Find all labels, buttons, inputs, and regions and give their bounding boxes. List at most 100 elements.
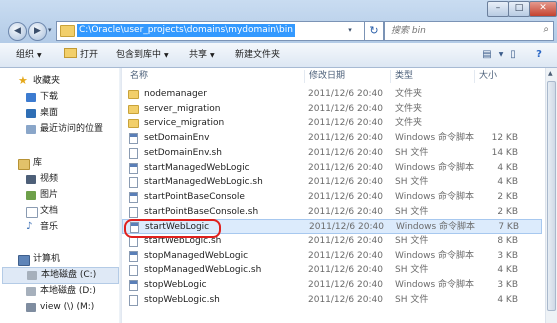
file-date: 2011/12/6 20:40 [308, 118, 383, 129]
file-type: 文件夹 [395, 89, 423, 99]
file-type: SH 文件 [395, 265, 429, 276]
file-row[interactable]: server_migration 2011/12/6 20:40 文件夹 [122, 102, 542, 117]
nav-computer-label: 计算机 [33, 254, 61, 264]
scrollbar-thumb[interactable] [547, 81, 556, 311]
new-folder-button[interactable]: 新建文件夹 [235, 48, 280, 62]
nav-item-downloads[interactable]: 下载 [0, 90, 119, 105]
file-row[interactable]: setDomainEnv.sh 2011/12/6 20:40 SH 文件 14 KB [122, 146, 542, 161]
share-button[interactable]: 共享 ▼ [189, 48, 215, 62]
include-in-library-button[interactable]: 包含到库中 ▼ [116, 48, 169, 62]
folder-icon [128, 90, 139, 99]
column-type[interactable]: 类型 [390, 70, 413, 83]
file-row[interactable]: startPointBaseConsole 2011/12/6 20:40 Wind… [122, 190, 542, 205]
file-size: 3 KB [497, 250, 518, 261]
preview-pane-icon[interactable]: ▯ [505, 47, 521, 62]
scroll-up-icon[interactable]: ▲ [548, 70, 553, 77]
maximize-button[interactable]: □ [508, 1, 530, 17]
file-date: 2011/12/6 20:40 [308, 89, 383, 99]
open-folder-icon [64, 48, 77, 58]
file-name: stopWebLogic [144, 280, 207, 291]
file-row[interactable]: stopManagedWebLogic.sh 2011/12/6 20:40 SH … [122, 263, 542, 278]
script-file-icon [129, 280, 138, 292]
file-size: 14 KB [491, 147, 518, 158]
nav-item-label: 本地磁盘 (C:) [41, 270, 97, 280]
computer-icon [18, 255, 30, 266]
file-row[interactable]: setDomainEnv 2011/12/6 20:40 Windows 命令脚本 1… [122, 131, 542, 146]
vertical-scrollbar[interactable]: ▲ [545, 68, 557, 323]
help-icon[interactable]: ? [531, 47, 547, 62]
back-button[interactable]: ◀ [8, 22, 27, 41]
address-bar[interactable]: C:\Oracle\user_projects\domains\mydomain… [56, 21, 365, 41]
nav-item-drive-m[interactable]: view (\) (M:) [0, 300, 119, 315]
file-type: 文件夹 [395, 118, 423, 129]
search-input[interactable] [389, 22, 533, 40]
search-box[interactable]: ⌕ [384, 21, 554, 41]
star-icon: ★ [18, 74, 28, 87]
minimize-button[interactable]: – [487, 1, 509, 17]
file-size: 4 KB [497, 265, 518, 276]
nav-item-label: 文档 [40, 206, 59, 216]
folder-icon [60, 25, 75, 37]
recent-pages-dropdown[interactable]: ▾ [48, 26, 52, 34]
script-file-icon [129, 162, 138, 174]
highlight-annotation [124, 219, 221, 238]
file-row[interactable]: stopManagedWebLogic 2011/12/6 20:40 Window… [122, 249, 542, 264]
nav-libraries[interactable]: 库 [0, 156, 119, 171]
file-date: 2011/12/6 20:40 [308, 250, 383, 261]
nav-item-recent-places[interactable]: 最近访问的位置 [0, 122, 119, 137]
file-type: SH 文件 [395, 147, 429, 158]
column-name[interactable]: 名称 [130, 70, 148, 83]
file-row[interactable]: stopWebLogic 2011/12/6 20:40 Windows 命令脚本 3… [122, 278, 542, 293]
file-row[interactable]: startPointBaseConsole.sh 2011/12/6 20:40 S… [122, 205, 542, 220]
search-icon[interactable]: ⌕ [543, 24, 549, 35]
column-headers: 名称 修改日期 类型 大小 [122, 68, 545, 85]
file-icon [129, 265, 138, 277]
command-bar: 组织 ▼ 打开 包含到库中 ▼ 共享 ▼ 新建文件夹 ▤ ▼ ▯ ? [0, 43, 557, 68]
nav-favorites[interactable]: ★ 收藏夹 [0, 74, 119, 89]
nav-item-desktop[interactable]: 桌面 [0, 106, 119, 121]
download-icon [26, 93, 36, 102]
address-path[interactable]: C:\Oracle\user_projects\domains\mydomain… [77, 24, 295, 37]
open-button[interactable]: 打开 [64, 48, 98, 62]
file-date: 2011/12/6 20:40 [308, 280, 383, 291]
file-name: stopManagedWebLogic.sh [144, 265, 262, 276]
drive-icon [27, 271, 37, 280]
library-icon [18, 159, 30, 170]
file-type: 文件夹 [395, 103, 423, 114]
video-icon [26, 175, 36, 184]
file-row[interactable]: service_migration 2011/12/6 20:40 文件夹 [122, 116, 542, 131]
title-bar: – □ ✕ ◀ ▶ ▾ C:\Oracle\user_projects\doma… [0, 0, 557, 43]
file-size: 2 KB [497, 191, 518, 202]
file-date: 2011/12/6 20:40 [308, 206, 383, 217]
nav-item-documents[interactable]: 文档 [0, 204, 119, 219]
file-row[interactable]: startManagedWebLogic.sh 2011/12/6 20:40 SH… [122, 175, 542, 190]
file-icon [129, 177, 138, 189]
file-size: 3 KB [497, 280, 518, 291]
address-dropdown-button[interactable]: ▾ [343, 21, 357, 39]
file-date: 2011/12/6 20:40 [308, 133, 383, 144]
file-list: 名称 修改日期 类型 大小 nodemanager 2011/12/6 20:40… [122, 68, 545, 323]
file-date: 2011/12/6 20:40 [308, 236, 383, 246]
close-button[interactable]: ✕ [529, 1, 557, 17]
nav-item-music[interactable]: ♪ 音乐 [0, 220, 119, 235]
nav-item-pictures[interactable]: 图片 [0, 188, 119, 203]
organize-button[interactable]: 组织 ▼ [16, 48, 42, 62]
nav-item-label: 音乐 [40, 222, 59, 232]
file-row[interactable]: startManagedWebLogic 2011/12/6 20:40 Windo… [122, 161, 542, 176]
forward-button[interactable]: ▶ [28, 22, 47, 41]
nav-item-drive-d[interactable]: 本地磁盘 (D:) [0, 284, 119, 299]
music-icon: ♪ [26, 221, 33, 232]
nav-item-videos[interactable]: 视频 [0, 172, 119, 187]
network-drive-icon [26, 303, 36, 312]
file-row[interactable]: nodemanager 2011/12/6 20:40 文件夹 [122, 87, 542, 102]
refresh-button[interactable]: ↻ [364, 21, 384, 41]
file-row[interactable]: stopWebLogic.sh 2011/12/6 20:40 SH 文件 4 KB [122, 293, 542, 308]
nav-computer[interactable]: 计算机 [0, 252, 119, 267]
share-label: 共享 [189, 50, 208, 60]
column-date[interactable]: 修改日期 [304, 70, 345, 83]
nav-item-drive-c[interactable]: 本地磁盘 (C:) [2, 267, 119, 284]
file-name: server_migration [144, 103, 221, 114]
column-size[interactable]: 大小 [474, 70, 497, 83]
file-name: startManagedWebLogic.sh [144, 177, 263, 188]
nav-item-label: 下载 [40, 92, 59, 102]
